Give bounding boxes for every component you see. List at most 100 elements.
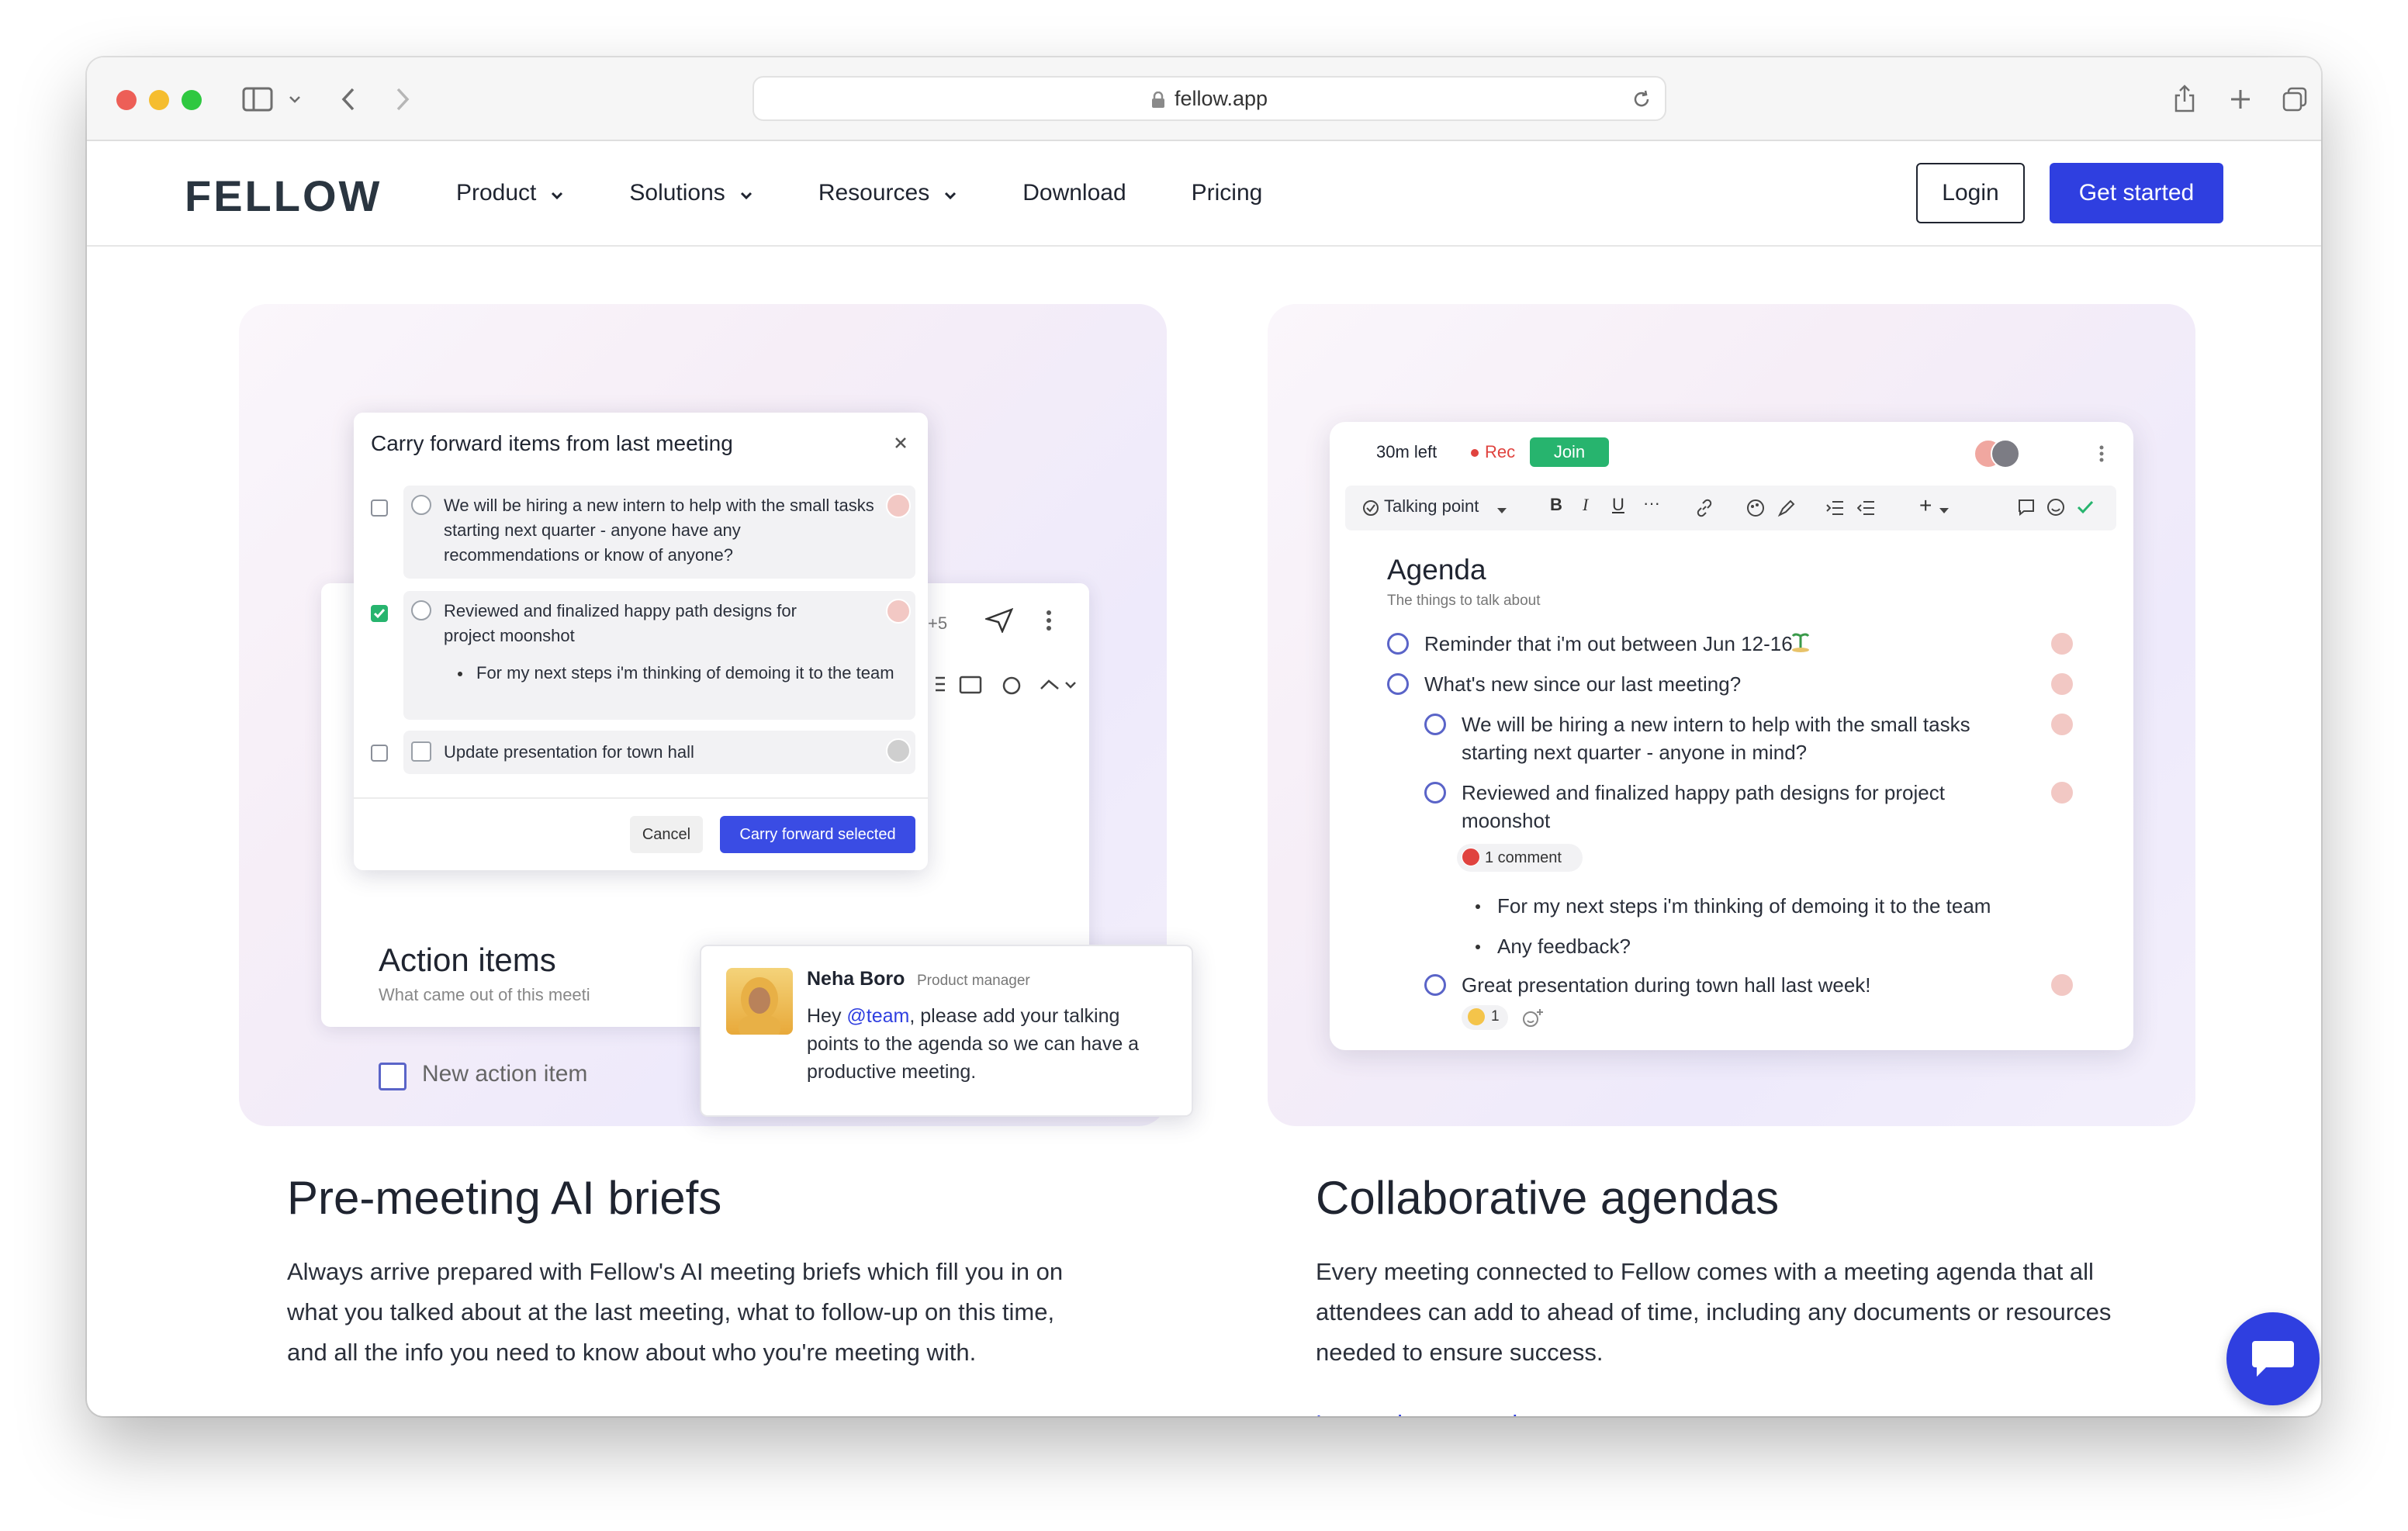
sidebar-icon[interactable] xyxy=(239,81,276,118)
share-icon[interactable] xyxy=(2169,81,2200,118)
comment-text: Hey @team, please add your talking point… xyxy=(807,1002,1164,1086)
divider xyxy=(354,797,928,799)
nav-pricing[interactable]: Pricing xyxy=(1192,180,1263,206)
send-icon[interactable] xyxy=(983,607,1014,637)
forward-icon[interactable] xyxy=(391,81,414,118)
bullet xyxy=(458,672,462,676)
caret-down-icon xyxy=(1497,504,1507,518)
color-icon[interactable] xyxy=(1745,498,1766,522)
agenda-item-circle[interactable] xyxy=(1424,782,1446,804)
add-reaction-icon[interactable] xyxy=(1522,1008,1544,1032)
chevron-down-icon[interactable] xyxy=(285,81,304,118)
chevron-down-icon xyxy=(550,180,564,206)
more-options-icon[interactable] xyxy=(1046,610,1052,635)
nav-resources-label: Resources xyxy=(818,180,930,206)
login-button[interactable]: Login xyxy=(1916,163,2025,223)
carry-forward-selected-button[interactable]: Carry forward selected xyxy=(720,816,915,853)
lock-icon xyxy=(1151,90,1165,108)
emoji-icon[interactable] xyxy=(2046,498,2065,520)
check-circle-icon xyxy=(1362,499,1379,520)
item-status-circle[interactable] xyxy=(411,495,431,515)
more-options-icon[interactable] xyxy=(2099,445,2104,466)
new-action-item-checkbox[interactable] xyxy=(379,1063,407,1090)
ai-briefs-title: Pre-meeting AI briefs xyxy=(287,1172,722,1224)
commenter-role: Product manager xyxy=(917,973,1030,989)
comment-popover: Neha Boro Product manager Hey @team, ple… xyxy=(700,945,1193,1117)
avatar xyxy=(886,493,911,518)
back-icon[interactable] xyxy=(337,81,360,118)
nav-download[interactable]: Download xyxy=(1022,180,1126,206)
get-started-button[interactable]: Get started xyxy=(2050,163,2223,223)
new-tab-icon[interactable] xyxy=(2225,81,2256,118)
underline-icon[interactable]: U xyxy=(1612,495,1624,515)
avatar xyxy=(1462,848,1480,866)
main-nav: Product Solutions Resources Download Pri… xyxy=(456,141,1327,245)
link-icon[interactable] xyxy=(1694,498,1714,522)
agenda-item-text: We will be hiring a new intern to help w… xyxy=(1462,713,1970,764)
ai-briefs-illustration: +5 Action items What came out of this me… xyxy=(239,304,1193,1126)
comment-text-start: Hey xyxy=(807,1005,847,1027)
close-icon[interactable] xyxy=(894,436,908,454)
item-status-box[interactable] xyxy=(411,741,431,762)
checkmark-icon[interactable] xyxy=(2076,498,2095,520)
carry-subitem-text: For my next steps i'm thinking of demoin… xyxy=(476,663,894,683)
learn-about-agendas-link[interactable]: Learn about agendas xyxy=(1316,1410,1543,1416)
avatar xyxy=(2050,780,2074,805)
avatar xyxy=(2050,973,2074,997)
site-header: FELLOW Product Solutions Resources Downl… xyxy=(87,141,2321,247)
carry-forward-modal: Carry forward items from last meeting We… xyxy=(354,413,928,870)
bold-icon[interactable]: B xyxy=(1550,495,1562,515)
caret-down-icon xyxy=(1939,504,1949,518)
more-format-icon[interactable]: ··· xyxy=(1643,493,1660,513)
indent-icon[interactable] xyxy=(1826,499,1845,520)
maximize-window-button[interactable] xyxy=(182,90,202,110)
item-status-circle[interactable] xyxy=(411,600,431,620)
chevron-down-icon xyxy=(739,180,753,206)
minimize-window-button[interactable] xyxy=(149,90,169,110)
nav-product[interactable]: Product xyxy=(456,180,564,206)
nav-resources[interactable]: Resources xyxy=(818,180,957,206)
action-items-subtitle: What came out of this meeti xyxy=(379,985,590,1004)
outdent-icon[interactable] xyxy=(1856,499,1876,520)
join-button[interactable]: Join xyxy=(1530,437,1609,467)
item-checkbox-checked[interactable] xyxy=(371,605,388,622)
agenda-item-text: Reminder that i'm out between Jun 12-16 xyxy=(1424,632,1793,655)
agenda-item-circle[interactable] xyxy=(1424,714,1446,735)
reload-icon[interactable] xyxy=(1631,88,1652,116)
new-action-item-input[interactable]: New action item xyxy=(422,1061,587,1087)
item-checkbox[interactable] xyxy=(371,745,388,762)
block-type-select[interactable]: Talking point xyxy=(1384,496,1479,517)
comment-count: 1 comment xyxy=(1485,849,1562,866)
agenda-item-circle[interactable] xyxy=(1387,633,1409,655)
cancel-button[interactable]: Cancel xyxy=(630,816,703,853)
recording-dot xyxy=(1471,449,1479,457)
chevron-down-icon xyxy=(943,180,957,206)
team-mention[interactable]: @team xyxy=(846,1005,909,1027)
modal-title: Carry forward items from last meeting xyxy=(371,431,733,455)
chat-bubble-icon xyxy=(2252,1341,2294,1377)
carry-item-text: Update presentation for town hall xyxy=(444,742,694,762)
nav-solutions[interactable]: Solutions xyxy=(629,180,752,206)
editor-tools-icon[interactable] xyxy=(934,673,1081,700)
italic-icon[interactable]: I xyxy=(1583,495,1588,515)
item-checkbox[interactable] xyxy=(371,499,388,517)
avatar xyxy=(726,968,793,1035)
chat-widget-button[interactable] xyxy=(2226,1312,2320,1405)
close-window-button[interactable] xyxy=(116,90,137,110)
agenda-item-circle[interactable] xyxy=(1424,974,1446,996)
address-bar[interactable]: fellow.app xyxy=(752,76,1666,121)
comment-badge[interactable]: 1 comment xyxy=(1457,844,1583,872)
agenda-item-circle[interactable] xyxy=(1387,673,1409,695)
highlight-icon[interactable] xyxy=(1777,498,1797,522)
tabs-overview-icon[interactable] xyxy=(2279,81,2310,118)
island-icon xyxy=(1790,631,1811,657)
agenda-panel: 30m left Rec Join Talking point B I U ··… xyxy=(1330,422,2133,1050)
nav-solutions-label: Solutions xyxy=(629,180,725,206)
avatar xyxy=(886,738,911,763)
agendas-text: Every meeting connected to Fellow comes … xyxy=(1316,1258,2112,1366)
comment-icon[interactable] xyxy=(2017,498,2036,520)
fellow-logo[interactable]: FELLOW xyxy=(185,171,382,221)
avatar xyxy=(2050,712,2074,737)
insert-icon[interactable]: + xyxy=(1919,493,1932,518)
reaction-badge[interactable]: 1 xyxy=(1462,1005,1508,1030)
